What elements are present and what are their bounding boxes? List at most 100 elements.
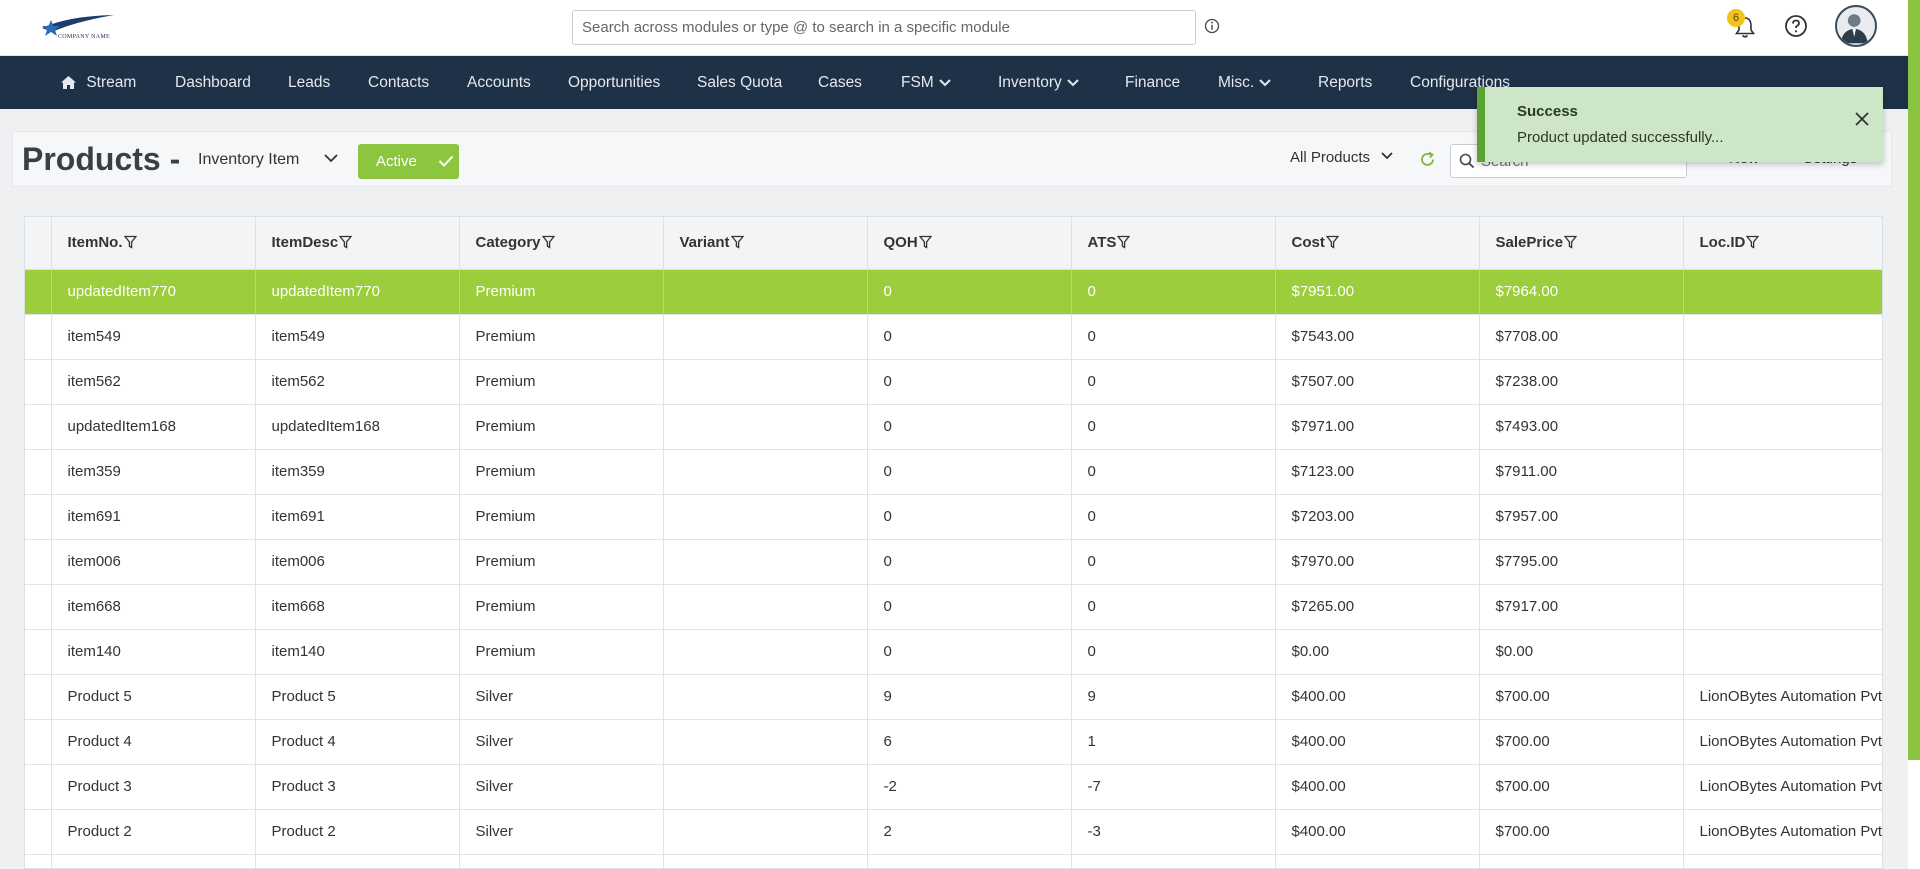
table-row[interactable]: item668 item668 Premium 0 0 $7265.00 $7917.00 <box>25 584 1882 630</box>
row-select-cell[interactable] <box>25 719 52 765</box>
table-cell <box>1683 494 1882 540</box>
search-icon <box>1459 153 1475 169</box>
table-row[interactable]: item691 item691 Premium 0 0 $7203.00 $7957.00 <box>25 494 1882 540</box>
table-row[interactable]: Product 5 Product 5 Silver 9 9 $400.00 $700.00… <box>25 674 1882 720</box>
home-icon <box>61 76 76 90</box>
global-search-input[interactable] <box>572 10 1196 45</box>
column-header[interactable]: Loc.ID <box>1683 217 1882 270</box>
table-cell: Product 5 <box>255 674 460 720</box>
company-logo[interactable]: COMPANY NAME <box>38 10 116 46</box>
row-select-cell[interactable] <box>25 449 52 495</box>
table-row[interactable]: item359 item359 Premium 0 0 $7123.00 $7911.00 <box>25 449 1882 495</box>
row-select-cell[interactable] <box>25 539 52 585</box>
column-header[interactable]: ItemNo. <box>51 217 256 270</box>
user-avatar[interactable] <box>1835 5 1877 47</box>
table-row[interactable]: updatedItem770 updatedItem770 Premium 0 0 $79… <box>25 269 1882 315</box>
table-row[interactable]: Product 4 Product 4 Silver 6 1 $400.00 $700.00… <box>25 719 1882 765</box>
nav-item-dashboard[interactable]: Dashboard <box>175 56 251 109</box>
row-select-cell[interactable] <box>25 404 52 450</box>
table-cell: item691 <box>255 494 460 540</box>
table-row[interactable]: item006 item006 Premium 0 0 $7970.00 $7795.00 <box>25 539 1882 585</box>
table-cell: updatedItem770 <box>255 269 460 315</box>
table-row[interactable] <box>25 854 1882 868</box>
nav-item-inventory[interactable]: Inventory <box>998 56 1080 109</box>
table-cell: 0 <box>867 494 1072 540</box>
row-select-cell[interactable] <box>25 809 52 855</box>
nav-item-contacts[interactable]: Contacts <box>368 56 429 109</box>
filter-icon[interactable] <box>1745 235 1760 249</box>
column-header-label: ItemNo. <box>67 234 123 252</box>
row-select-cell[interactable] <box>25 269 52 315</box>
filter-icon[interactable] <box>1117 235 1131 249</box>
filter-icon[interactable] <box>123 235 137 249</box>
row-select-cell[interactable] <box>25 764 52 810</box>
table-cell: $0.00 <box>1275 629 1480 675</box>
table-cell: $7123.00 <box>1275 449 1480 495</box>
filter-icon[interactable] <box>338 235 353 249</box>
table-cell: item668 <box>255 584 460 630</box>
table-cell: LionOBytes Automation Pvt. <box>1683 674 1882 720</box>
table-cell: item549 <box>255 314 460 360</box>
table-row[interactable]: Product 2 Product 2 Silver 2 -3 $400.00 $700.0… <box>25 809 1882 855</box>
row-select-cell[interactable] <box>25 674 52 720</box>
info-icon[interactable] <box>1204 18 1220 34</box>
filter-icon[interactable] <box>730 235 744 249</box>
scrollbar-thumb[interactable] <box>1908 0 1920 760</box>
table-cell: 0 <box>1071 269 1276 315</box>
nav-item-opportunities[interactable]: Opportunities <box>568 56 660 109</box>
table-row[interactable]: Product 3 Product 3 Silver -2 -7 $400.00 $700.… <box>25 764 1882 810</box>
nav-item-cases[interactable]: Cases <box>818 56 862 109</box>
table-cell: $700.00 <box>1479 809 1684 855</box>
active-status-button[interactable]: Active <box>358 144 459 179</box>
help-icon[interactable] <box>1784 14 1808 38</box>
filter-icon[interactable] <box>918 235 933 249</box>
chevron-down-icon[interactable] <box>1380 150 1394 162</box>
row-select-cell[interactable] <box>25 314 52 360</box>
table-cell: Premium <box>459 539 664 585</box>
close-icon[interactable] <box>1853 110 1871 128</box>
table-row[interactable]: item562 item562 Premium 0 0 $7507.00 $7238.00 <box>25 359 1882 405</box>
row-select-cell[interactable] <box>25 854 52 868</box>
chevron-down-icon[interactable] <box>323 152 339 164</box>
filter-icon[interactable] <box>541 235 555 249</box>
nav-item-stream[interactable]: Stream <box>60 56 136 109</box>
refresh-icon[interactable] <box>1419 151 1436 168</box>
table-cell: updatedItem168 <box>51 404 256 450</box>
product-filter-select[interactable]: All Products <box>1290 149 1370 166</box>
column-header[interactable]: ATS <box>1071 217 1276 270</box>
table-header-row: ItemNo. ItemDesc Category Variant QOH ATS Cost… <box>25 217 1882 270</box>
table-row[interactable]: item549 item549 Premium 0 0 $7543.00 $7708.00 <box>25 314 1882 360</box>
column-header[interactable]: QOH <box>867 217 1072 270</box>
table-row[interactable]: updatedItem168 updatedItem168 Premium 0 0 $79… <box>25 404 1882 450</box>
filter-icon[interactable] <box>1325 235 1340 249</box>
nav-item-misc[interactable]: Misc. <box>1218 56 1272 109</box>
chevron-down-icon <box>1259 79 1272 87</box>
nav-item-reports[interactable]: Reports <box>1318 56 1372 109</box>
nav-item-leads[interactable]: Leads <box>288 56 330 109</box>
table-cell: LionOBytes Automation Pvt. <box>1683 719 1882 765</box>
nav-item-finance[interactable]: Finance <box>1125 56 1180 109</box>
column-header[interactable]: Cost <box>1275 217 1480 270</box>
row-select-cell[interactable] <box>25 494 52 540</box>
column-header[interactable]: SalePrice <box>1479 217 1684 270</box>
row-select-cell[interactable] <box>25 359 52 405</box>
table-cell: $7708.00 <box>1479 314 1684 360</box>
row-select-cell[interactable] <box>25 584 52 630</box>
column-header[interactable]: ItemDesc <box>255 217 460 270</box>
page-scrollbar[interactable] <box>1908 0 1920 869</box>
table-cell: 1 <box>1071 719 1276 765</box>
table-cell <box>663 584 868 630</box>
table-cell: $7507.00 <box>1275 359 1480 405</box>
nav-item-sales-quota[interactable]: Sales Quota <box>697 56 782 109</box>
item-type-select[interactable]: Inventory Item <box>198 151 299 169</box>
filter-icon[interactable] <box>1563 235 1578 249</box>
nav-item-fsm[interactable]: FSM <box>901 56 952 109</box>
nav-item-accounts[interactable]: Accounts <box>467 56 531 109</box>
table-cell: $7970.00 <box>1275 539 1480 585</box>
column-header[interactable]: Variant <box>663 217 868 270</box>
select-column-header[interactable] <box>25 217 52 270</box>
row-select-cell[interactable] <box>25 629 52 675</box>
column-header[interactable]: Category <box>459 217 664 270</box>
table-cell <box>1683 629 1882 675</box>
table-row[interactable]: item140 item140 Premium 0 0 $0.00 $0.00 <box>25 629 1882 675</box>
